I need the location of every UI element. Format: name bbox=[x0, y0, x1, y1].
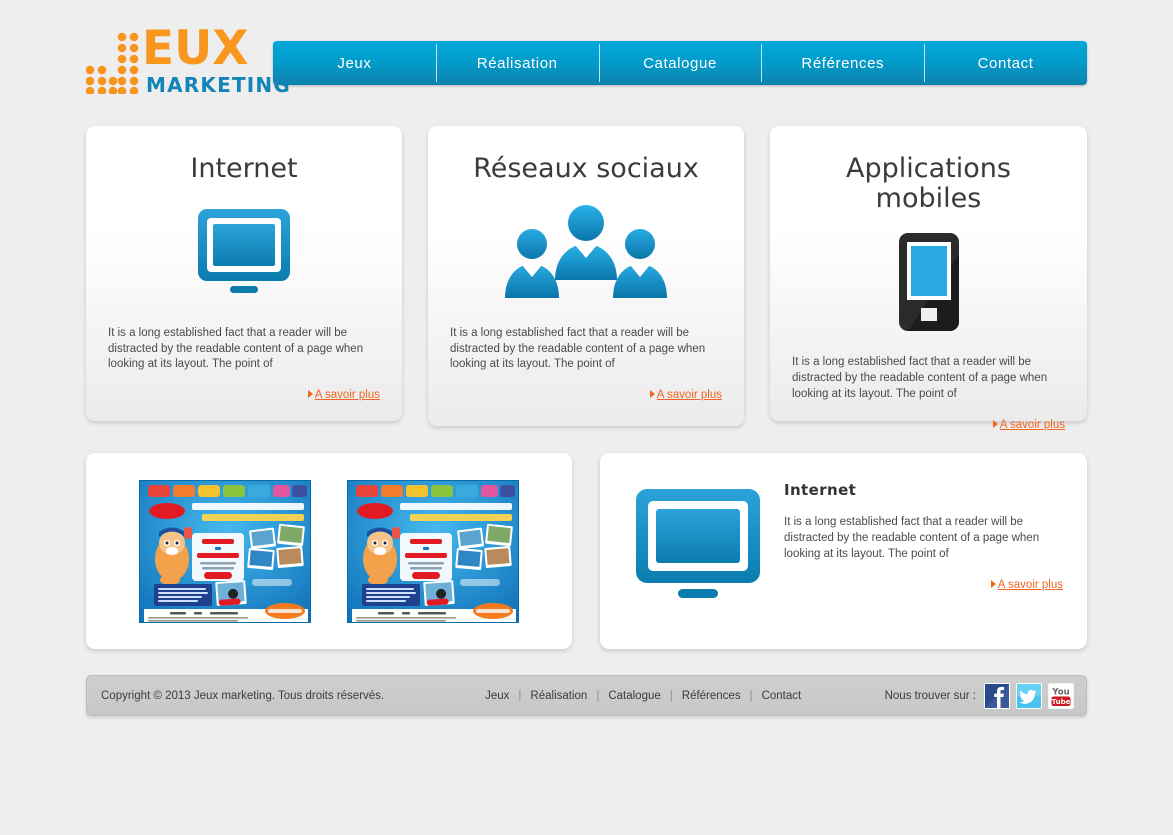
monitor-icon bbox=[198, 208, 290, 293]
footer-link-contact[interactable]: Contact bbox=[753, 690, 811, 702]
savoir-plus-link[interactable]: A savoir plus bbox=[657, 389, 722, 401]
nav-label: Réalisation bbox=[476, 54, 558, 72]
savoir-plus-link[interactable]: A savoir plus bbox=[1000, 419, 1065, 431]
people-group-icon bbox=[505, 204, 667, 298]
thumbnail-kelloggs-1[interactable] bbox=[139, 479, 311, 623]
youtube-icon[interactable]: You Tube bbox=[1048, 682, 1074, 709]
card-icon-wrap bbox=[792, 227, 1065, 337]
savoir-plus-link[interactable]: A savoir plus bbox=[998, 579, 1063, 591]
card-title: Réseaux sociaux bbox=[473, 153, 699, 184]
kelloggs-campaign-preview-icon bbox=[140, 480, 310, 622]
nav-item-references[interactable]: Références bbox=[761, 41, 924, 85]
feature-link-wrap: A savoir plus bbox=[784, 579, 1063, 591]
kelloggs-campaign-preview-icon bbox=[348, 480, 518, 622]
smartphone-icon bbox=[898, 233, 959, 332]
card-icon-wrap bbox=[108, 198, 380, 308]
nav-item-jeux[interactable]: Jeux bbox=[273, 41, 436, 85]
gallery-panel bbox=[86, 453, 572, 649]
site-footer: Copyright © 2013 Jeux marketing. Tous dr… bbox=[86, 675, 1087, 716]
savoir-plus-link[interactable]: A savoir plus bbox=[315, 389, 380, 401]
footer-link-catalogue[interactable]: Catalogue bbox=[599, 690, 669, 702]
card-title: Applications mobiles bbox=[846, 153, 1011, 214]
card-link-wrap: A savoir plus bbox=[792, 419, 1065, 431]
monitor-icon bbox=[636, 489, 760, 598]
social-links: Nous trouver sur : You Tube bbox=[884, 682, 1074, 709]
feature-panel-internet[interactable]: Internet It is a long established fact t… bbox=[600, 453, 1087, 649]
dotted-j-icon bbox=[86, 32, 139, 94]
footer-navigation: Jeux | Réalisation | Catalogue | Référen… bbox=[476, 690, 810, 702]
main-navigation: Jeux Réalisation Catalogue Références Co… bbox=[273, 41, 1087, 85]
card-body: It is a long established fact that a rea… bbox=[108, 326, 364, 371]
nav-label: Contact bbox=[977, 54, 1034, 72]
card-link-wrap: A savoir plus bbox=[450, 389, 722, 401]
feature-body: It is a long established fact that a rea… bbox=[784, 516, 1040, 560]
feature-icon-wrap bbox=[634, 481, 766, 605]
social-label: Nous trouver sur : bbox=[884, 689, 976, 702]
logo-wordmark: EUX bbox=[142, 21, 249, 76]
triangle-bullet-icon bbox=[992, 419, 998, 428]
nav-item-contact[interactable]: Contact bbox=[924, 41, 1087, 85]
thumbnail-kelloggs-2[interactable] bbox=[347, 479, 519, 623]
card-body: It is a long established fact that a rea… bbox=[450, 326, 706, 371]
triangle-bullet-icon bbox=[307, 390, 313, 399]
footer-link-jeux[interactable]: Jeux bbox=[476, 690, 518, 702]
facebook-icon[interactable] bbox=[984, 682, 1010, 709]
feature-title: Internet bbox=[784, 481, 857, 499]
triangle-bullet-icon bbox=[649, 390, 655, 399]
page-root: EUX MARKETING Jeux Réalisation Catalogue… bbox=[0, 0, 1173, 835]
nav-label: Références bbox=[801, 54, 885, 72]
card-title: Internet bbox=[190, 153, 298, 184]
card-icon-wrap bbox=[450, 198, 722, 308]
card-link-wrap: A savoir plus bbox=[108, 389, 380, 401]
logo-subtitle: MARKETING bbox=[146, 73, 291, 97]
card-body: It is a long established fact that a rea… bbox=[792, 356, 1048, 401]
svg-text:Tube: Tube bbox=[1052, 698, 1071, 706]
footer-link-realisation[interactable]: Réalisation bbox=[521, 690, 596, 702]
service-cards: Internet It is a long established fact t… bbox=[86, 126, 1087, 431]
nav-label: Catalogue bbox=[643, 54, 717, 72]
site-logo[interactable]: EUX MARKETING bbox=[86, 21, 290, 98]
triangle-bullet-icon bbox=[990, 579, 996, 588]
footer-copyright: Copyright © 2013 Jeux marketing. Tous dr… bbox=[101, 689, 385, 702]
footer-link-references[interactable]: Références bbox=[673, 690, 750, 702]
card-applications-mobiles[interactable]: Applications mobiles It is a long establ… bbox=[770, 126, 1087, 431]
nav-label: Jeux bbox=[337, 54, 372, 72]
site-header: EUX MARKETING Jeux Réalisation Catalogue… bbox=[86, 25, 1087, 95]
feature-text: Internet It is a long established fact t… bbox=[766, 481, 1063, 591]
card-reseaux-sociaux[interactable]: Réseaux sociaux It is a long established… bbox=[428, 126, 744, 426]
nav-item-realisation[interactable]: Réalisation bbox=[435, 41, 599, 85]
card-internet[interactable]: Internet It is a long established fact t… bbox=[86, 126, 402, 421]
twitter-icon[interactable] bbox=[1016, 682, 1042, 709]
nav-item-catalogue[interactable]: Catalogue bbox=[598, 41, 762, 85]
svg-text:You: You bbox=[1051, 687, 1069, 697]
